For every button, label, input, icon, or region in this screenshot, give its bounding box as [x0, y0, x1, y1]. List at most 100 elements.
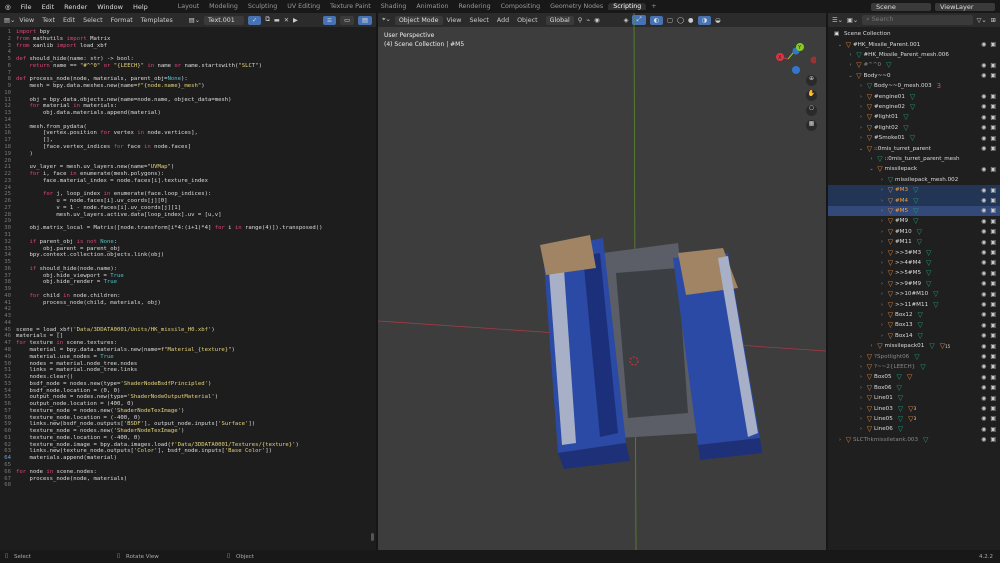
eye-icon[interactable]: ◉ [981, 311, 986, 318]
display-mode-icon[interactable]: ☰⌄ [832, 17, 843, 24]
outliner-row[interactable]: › ▽ #M10 ▽ ◉ ▣ [828, 227, 1000, 237]
outliner-row[interactable]: › ▽ #M9 ▽ ◉ ▣ [828, 216, 1000, 226]
mesh-data-icon[interactable]: ▽ [917, 238, 922, 246]
camera-icon[interactable]: ▣ [990, 62, 996, 69]
camera-icon[interactable]: ▣ [990, 384, 996, 391]
collapse-arrow-icon[interactable]: ⌄ [847, 73, 855, 79]
collapse-arrow-icon[interactable]: ⌄ [836, 42, 844, 48]
text-menu-text[interactable]: Text [42, 17, 55, 24]
camera-icon[interactable]: ▣ [990, 374, 996, 381]
eye-icon[interactable]: ◉ [981, 218, 986, 225]
mesh-data-icon[interactable]: ▽ [933, 301, 938, 309]
camera-icon[interactable]: ▣ [990, 239, 996, 246]
camera-icon[interactable]: ▣ [990, 311, 996, 318]
word-wrap-toggle[interactable]: ▭ [340, 15, 355, 25]
expand-arrow-icon[interactable]: › [878, 239, 886, 245]
mesh-data-icon[interactable]: ▽ [913, 207, 918, 215]
expand-arrow-icon[interactable]: › [857, 385, 865, 391]
outliner-row[interactable]: › ▽ #Smoke01 ▽ ◉ ▣ [828, 133, 1000, 143]
expand-arrow-icon[interactable]: › [857, 406, 865, 412]
camera-icon[interactable]: ▣ [990, 301, 996, 308]
text-menu-templates[interactable]: Templates [141, 17, 173, 24]
expand-arrow-icon[interactable]: › [878, 302, 886, 308]
eye-icon[interactable]: ◉ [981, 301, 986, 308]
mesh-data-icon[interactable]: ▽ [910, 134, 915, 142]
eye-icon[interactable]: ◉ [981, 228, 986, 235]
camera-icon[interactable]: ▣ [990, 166, 996, 173]
eye-icon[interactable]: ◉ [981, 259, 986, 266]
camera-icon[interactable]: ▣ [990, 436, 996, 443]
eye-icon[interactable]: ◉ [981, 395, 986, 402]
mesh-data-icon[interactable]: ▽ [897, 384, 902, 392]
tab-animation[interactable]: Animation [411, 3, 453, 10]
run-script-button[interactable]: ▶ [293, 17, 298, 24]
expand-arrow-icon[interactable]: › [847, 52, 855, 58]
scrollbar[interactable] [371, 533, 374, 541]
camera-icon[interactable]: ▣ [990, 322, 996, 329]
mesh-data-icon[interactable]: ▽ [926, 259, 931, 267]
camera-icon[interactable]: ▣ [990, 114, 996, 121]
expand-arrow-icon[interactable]: › [857, 114, 865, 120]
eye-icon[interactable]: ◉ [981, 207, 986, 214]
unlink-text-icon[interactable]: ✕ [284, 17, 289, 24]
expand-arrow-icon[interactable]: › [836, 437, 844, 443]
eye-icon[interactable]: ◉ [981, 270, 986, 277]
mesh-data-icon[interactable]: ▽ [897, 373, 902, 381]
expand-arrow-icon[interactable]: › [868, 343, 876, 349]
outliner-row[interactable]: › ▽ >>10#M10 ▽ ◉ ▣ [828, 289, 1000, 299]
tab-layout[interactable]: Layout [173, 3, 204, 10]
eye-icon[interactable]: ◉ [981, 103, 986, 110]
mesh-data-icon[interactable]: ▽ [886, 61, 891, 69]
outliner-row[interactable]: ⌄ ▽ #HK_Missile_Parent.001 ◉ ▣ [828, 39, 1000, 49]
expand-arrow-icon[interactable]: › [878, 291, 886, 297]
text-file-name[interactable]: Text.001 [204, 15, 245, 25]
pan-hand-icon[interactable]: ✋ [806, 90, 817, 101]
material-icon[interactable]: 3 [937, 82, 941, 90]
outliner-row[interactable]: › ▽ Line06 ▽ ◉ ▣ [828, 424, 1000, 434]
expand-arrow-icon[interactable]: › [857, 426, 865, 432]
expand-arrow-icon[interactable]: › [857, 395, 865, 401]
expand-arrow-icon[interactable]: › [878, 333, 886, 339]
add-workspace-button[interactable]: + [646, 3, 661, 10]
camera-icon[interactable]: ▣ [990, 207, 996, 214]
eye-icon[interactable]: ◉ [981, 415, 986, 422]
tab-sculpting[interactable]: Sculpting [243, 3, 282, 10]
expand-arrow-icon[interactable]: › [857, 104, 865, 110]
outliner-row[interactable]: › ▽ missilepack01 ▽ ▽ 15 ◉ ▣ [828, 341, 1000, 351]
mesh-data-icon[interactable]: ▽ [910, 103, 915, 111]
mesh-data-icon[interactable]: ▽ [918, 332, 923, 340]
expand-arrow-icon[interactable]: › [878, 281, 886, 287]
mesh-data-icon[interactable]: ▽ [926, 280, 931, 288]
eye-icon[interactable]: ◉ [981, 41, 986, 48]
fake-user-icon[interactable]: ✓ [248, 15, 262, 25]
expand-arrow-icon[interactable]: › [857, 374, 865, 380]
outliner-row[interactable]: › ▽ Box12 ▽ ◉ ▣ [828, 310, 1000, 320]
outliner-row[interactable]: › ▽ SLCThkmissiletank.003 ▽ ◉ ▣ [828, 435, 1000, 445]
outliner-row[interactable]: › ▽ Box05 ▽ ▽ ◉ ▣ [828, 372, 1000, 382]
camera-view-icon[interactable]: ⎔ [806, 105, 817, 116]
mesh-data-icon[interactable]: ▽ [926, 269, 931, 277]
camera-icon[interactable]: ▣ [990, 415, 996, 422]
search-input[interactable]: ⌕ Search [862, 15, 973, 25]
tab-modeling[interactable]: Modeling [204, 3, 243, 10]
expand-arrow-icon[interactable]: › [857, 135, 865, 141]
expand-arrow-icon[interactable]: › [878, 208, 886, 214]
outliner-row[interactable]: › ▽ #M3 ▽ ◉ ▣ [828, 185, 1000, 196]
eye-icon[interactable]: ◉ [981, 166, 986, 173]
mesh-data-icon[interactable]: ▽ [914, 353, 919, 361]
expand-arrow-icon[interactable]: › [878, 177, 886, 183]
tab-geometry-nodes[interactable]: Geometry Nodes [545, 3, 608, 10]
outliner-row[interactable]: › ▽ #HK_Missile_Parent_mesh.006 [828, 50, 1000, 60]
expand-arrow-icon[interactable]: › [847, 62, 855, 68]
outliner-row[interactable]: › ▽ missilepack_mesh.002 [828, 175, 1000, 185]
zoom-icon[interactable]: ⊕ [806, 75, 817, 86]
outliner-row[interactable]: ⌄ ▽ Body~~0 ◉ ▣ [828, 71, 1000, 81]
tab-uv-editing[interactable]: UV Editing [282, 3, 325, 10]
mesh-data-icon[interactable]: ▽ [898, 415, 903, 423]
mesh-data-icon[interactable]: ▽ [918, 311, 923, 319]
eye-icon[interactable]: ◉ [981, 124, 986, 131]
camera-icon[interactable]: ▣ [990, 332, 996, 339]
eye-icon[interactable]: ◉ [981, 114, 986, 121]
mesh-data-icon[interactable]: ▽ [923, 436, 928, 444]
expand-arrow-icon[interactable]: › [878, 187, 886, 193]
